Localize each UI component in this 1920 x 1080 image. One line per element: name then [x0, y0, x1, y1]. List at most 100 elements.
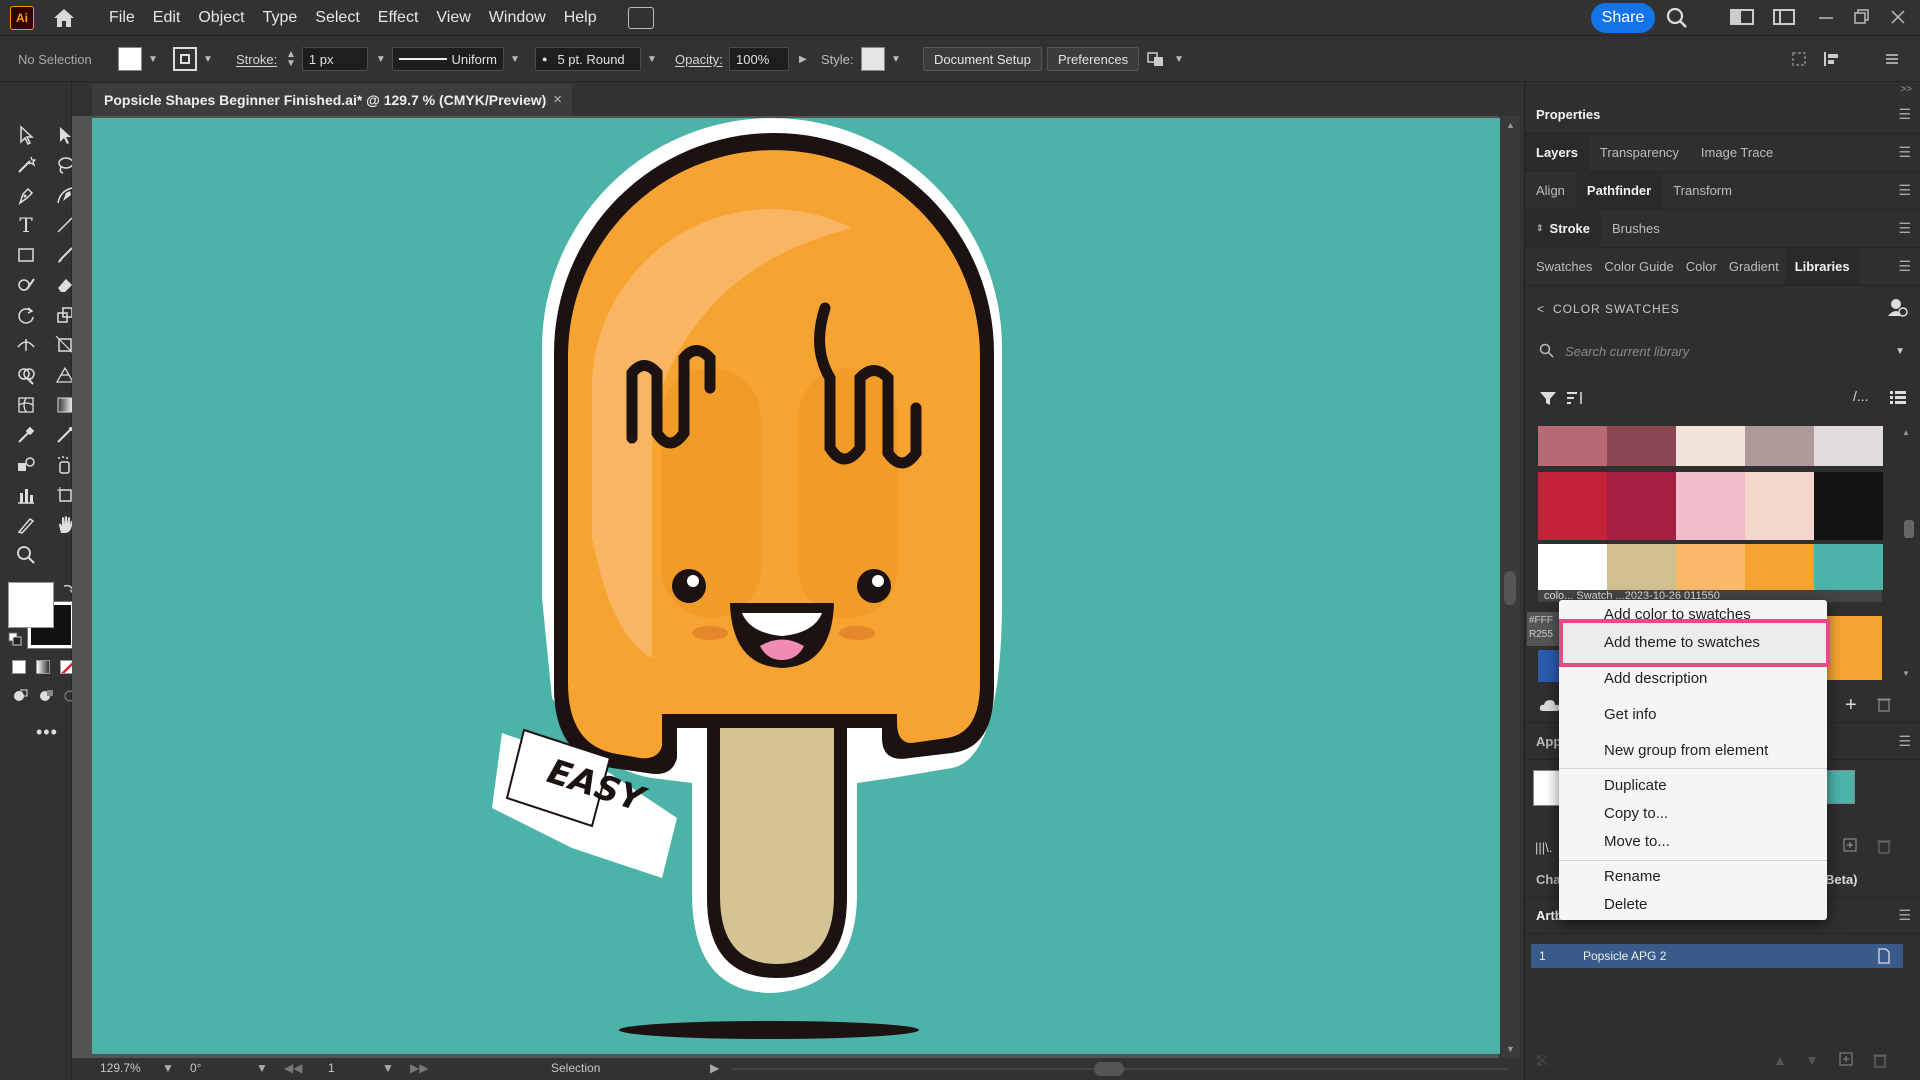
panel-menu-icon[interactable]: ☰ [1898, 220, 1911, 237]
move-up-icon[interactable]: ▲ [1773, 1052, 1787, 1068]
arrange-documents-icon[interactable] [627, 6, 654, 29]
swatch-row1-2[interactable] [1607, 426, 1676, 466]
opacity-value[interactable]: 100% [729, 47, 789, 71]
tab-color[interactable]: Color [1680, 248, 1723, 285]
control-menu-icon[interactable] [1884, 46, 1900, 72]
menu-item-get-info[interactable]: Get info [1604, 706, 1657, 723]
tab-gradient[interactable]: Gradient [1723, 248, 1785, 285]
tab-color-guide[interactable]: Color Guide [1598, 248, 1679, 285]
new-artboard-icon[interactable] [1839, 1052, 1853, 1069]
zoom-dropdown-icon[interactable]: ▼ [162, 1061, 174, 1075]
swatch-row3-3[interactable] [1676, 544, 1745, 590]
artboard-name[interactable]: Popsicle APG 2 [1583, 949, 1666, 963]
stroke-swatch[interactable]: ▼ [173, 46, 213, 72]
libraries-icon[interactable]: |||\. [1535, 840, 1552, 855]
library-search[interactable]: Search current library ▼ [1535, 336, 1911, 366]
zoom-level[interactable]: 129.7% [100, 1061, 141, 1075]
menu-view[interactable]: View [427, 0, 479, 36]
fill-swatch[interactable]: ▼ [118, 46, 158, 72]
swatch-row1-1[interactable] [1538, 426, 1607, 466]
opacity-label[interactable]: Opacity: [675, 46, 723, 72]
draw-behind-icon[interactable] [38, 688, 54, 707]
graphic-style-swatch[interactable]: ▼ [861, 46, 901, 72]
panel-menu-icon[interactable]: ☰ [1898, 182, 1911, 199]
collaborate-icon[interactable] [1886, 296, 1908, 321]
libraries-view-icon[interactable]: /... [1853, 388, 1869, 404]
swatch-row1-3[interactable] [1676, 426, 1745, 466]
swatch-row3-2[interactable] [1607, 544, 1676, 590]
draw-normal-icon[interactable] [12, 688, 28, 707]
swatch-row3-4[interactable] [1745, 544, 1814, 590]
eyedropper-tool-icon[interactable] [13, 422, 39, 448]
selection-tool-icon[interactable] [13, 122, 39, 148]
swatch-row2-1[interactable] [1538, 472, 1607, 540]
gradient-mode-icon[interactable] [36, 660, 50, 674]
workspace-switcher-icon[interactable] [1772, 7, 1796, 29]
swatch-row1-5[interactable] [1814, 426, 1883, 466]
zoom-tool-icon[interactable] [13, 542, 39, 568]
appearance-thumbnail[interactable] [1533, 770, 1561, 806]
panel-menu-icon[interactable]: ☰ [1898, 907, 1911, 924]
stroke-weight-field[interactable]: ▲ ▼ 1 px ▼ [286, 46, 386, 72]
type-tool-icon[interactable]: T [13, 212, 39, 238]
filter-icon[interactable] [1539, 390, 1557, 409]
swatch-row3-1[interactable] [1538, 544, 1607, 590]
menu-item-duplicate[interactable]: Duplicate [1604, 777, 1667, 794]
tab-pathfinder[interactable]: Pathfinder [1575, 172, 1663, 209]
close-icon[interactable] [1888, 7, 1912, 29]
document-tab[interactable]: Popsicle Shapes Beginner Finished.ai* @ … [92, 84, 572, 116]
panel-menu-icon[interactable]: ☰ [1898, 258, 1911, 275]
swatch-row2-2[interactable] [1607, 472, 1676, 540]
add-element-icon[interactable]: + [1845, 694, 1857, 717]
menu-type[interactable]: Type [254, 0, 307, 36]
arrange-panels-icon[interactable] [1730, 7, 1754, 29]
magic-wand-tool-icon[interactable] [13, 152, 39, 178]
menu-item-delete[interactable]: Delete [1604, 896, 1647, 913]
menu-item-add-theme-to-swatches[interactable]: Add theme to swatches [1604, 634, 1760, 651]
library-breadcrumb[interactable]: < COLOR SWATCHES [1537, 302, 1680, 316]
chevron-down-icon[interactable]: ▼ [1895, 346, 1905, 357]
slice-tool-icon[interactable] [13, 512, 39, 538]
horizontal-scroll-thumb[interactable] [1094, 1062, 1124, 1076]
preferences-button[interactable]: Preferences [1047, 46, 1140, 72]
artboard-dropdown-icon[interactable]: ▼ [382, 1061, 394, 1075]
artboard[interactable]: EASY [92, 118, 1500, 1054]
tab-libraries[interactable]: Libraries [1784, 248, 1860, 285]
width-tool-icon[interactable] [13, 332, 39, 358]
delete-element-icon[interactable] [1877, 696, 1891, 715]
rearrange-artboards-icon[interactable]: ⤪ [1537, 1052, 1548, 1069]
artboard-number[interactable]: 1 [328, 1061, 335, 1075]
artboard-list-item[interactable]: 1 Popsicle APG 2 [1531, 944, 1903, 968]
brush-definition[interactable]: ● 5 pt. Round ▼ [535, 46, 657, 72]
home-icon[interactable] [50, 5, 78, 31]
menu-item-new-group-from-element[interactable]: New group from element [1604, 742, 1768, 759]
tab-brushes[interactable]: Brushes [1601, 210, 1671, 247]
swatch-row2-5[interactable] [1814, 472, 1883, 540]
tab-align[interactable]: Align [1525, 172, 1576, 209]
variable-width-profile[interactable]: Uniform ▼ [392, 46, 520, 72]
artboard-options-icon[interactable] [1877, 948, 1891, 964]
pen-tool-icon[interactable] [13, 182, 39, 208]
move-down-icon[interactable]: ▼ [1805, 1052, 1819, 1068]
menu-object[interactable]: Object [189, 0, 253, 36]
collapse-panels-icon[interactable]: >> [1900, 84, 1912, 95]
default-colors-icon[interactable] [8, 632, 22, 649]
menu-item-add-description[interactable]: Add description [1604, 670, 1707, 687]
tab-transparency[interactable]: Transparency [1589, 134, 1690, 171]
rotation-value[interactable]: 0° [190, 1061, 201, 1075]
tab-layers[interactable]: Layers [1525, 134, 1589, 171]
swatch-row3-5[interactable] [1814, 544, 1883, 590]
minimize-icon[interactable] [1816, 7, 1840, 29]
search-icon[interactable] [1666, 7, 1690, 29]
stroke-weight-value[interactable]: 1 px [301, 47, 368, 71]
first-artboard-icon[interactable]: ◀◀ [284, 1061, 302, 1075]
arrange-icon[interactable]: ▼ [1146, 46, 1184, 72]
delete-artboard-icon[interactable] [1873, 1052, 1887, 1071]
tab-properties[interactable]: Properties [1525, 96, 1611, 133]
opacity-field[interactable]: 100% ▶ [729, 46, 807, 72]
rectangle-tool-icon[interactable] [13, 242, 39, 268]
panel-menu-icon[interactable]: ☰ [1898, 106, 1911, 123]
swatch-row2-4[interactable] [1745, 472, 1814, 540]
distribute-icon[interactable] [1822, 46, 1842, 72]
tab-image-trace[interactable]: Image Trace [1690, 134, 1784, 171]
